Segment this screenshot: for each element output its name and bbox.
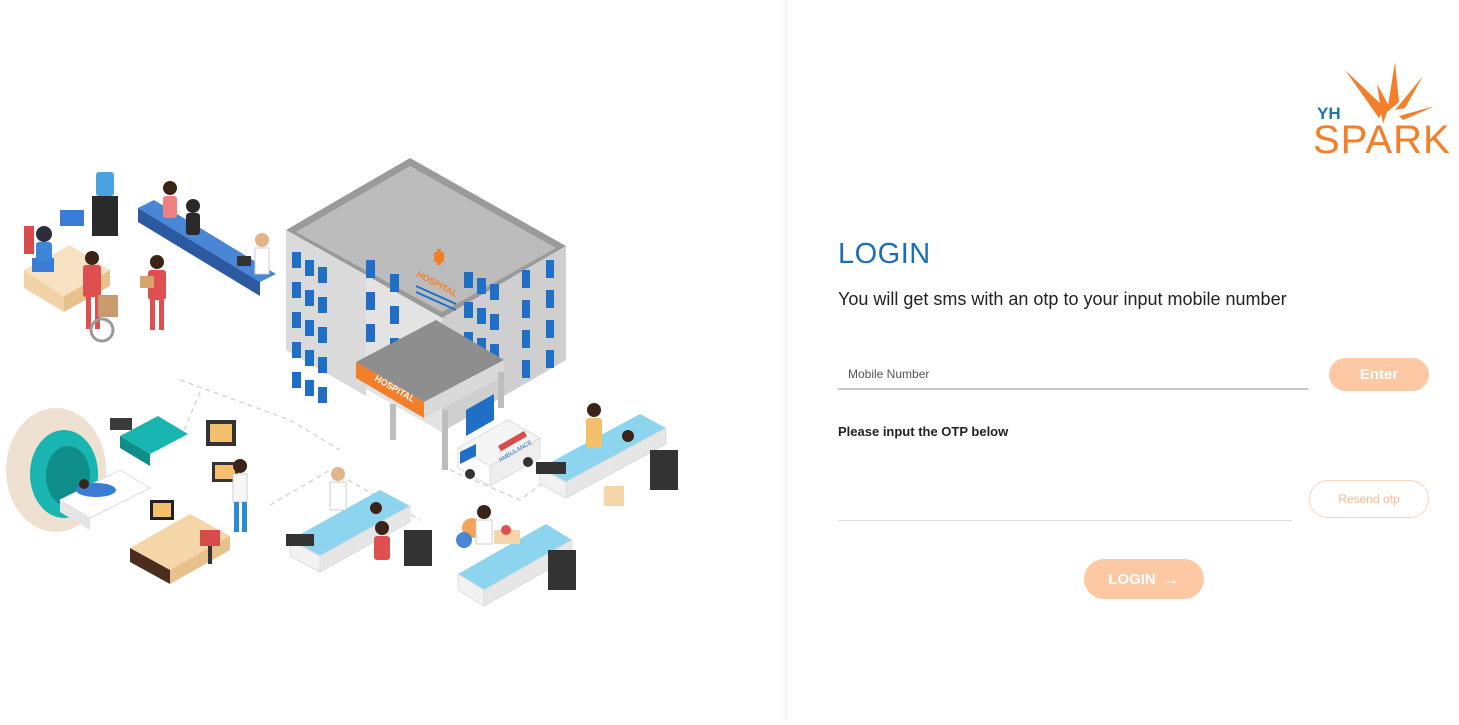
- yh-spark-logo: YH SPARK: [1313, 62, 1450, 166]
- hospital-illustration-panel: HOSPITAL HOSPITAL AMBULANCE: [0, 0, 788, 720]
- arrow-right-icon: →: [1161, 569, 1180, 589]
- patient-bed-right-top: [536, 403, 678, 506]
- reception-area: [24, 172, 166, 343]
- login-instructions: You will get sms with an otp to your inp…: [838, 289, 1287, 309]
- enter-button[interactable]: Enter: [1329, 358, 1429, 391]
- mobile-number-input[interactable]: [838, 360, 1308, 390]
- login-panel: YH SPARK LOGIN You will get sms with an …: [788, 0, 1459, 720]
- login-button[interactable]: LOGIN →: [1084, 559, 1204, 599]
- page-title: LOGIN: [838, 238, 931, 270]
- otp-input[interactable]: [838, 484, 1292, 521]
- hospital-building: HOSPITAL HOSPITAL: [286, 158, 566, 470]
- resend-otp-button[interactable]: Resend otp: [1309, 480, 1429, 518]
- login-button-label: LOGIN: [1108, 570, 1156, 588]
- patient-bed-right-bottom: [456, 505, 576, 607]
- logo-name: SPARK: [1313, 118, 1451, 162]
- patient-bed-center: [286, 467, 432, 573]
- spark-star-icon: [1345, 62, 1433, 124]
- hospital-illustration: HOSPITAL HOSPITAL AMBULANCE: [6, 158, 678, 607]
- otp-label: Please input the OTP below: [838, 424, 1009, 439]
